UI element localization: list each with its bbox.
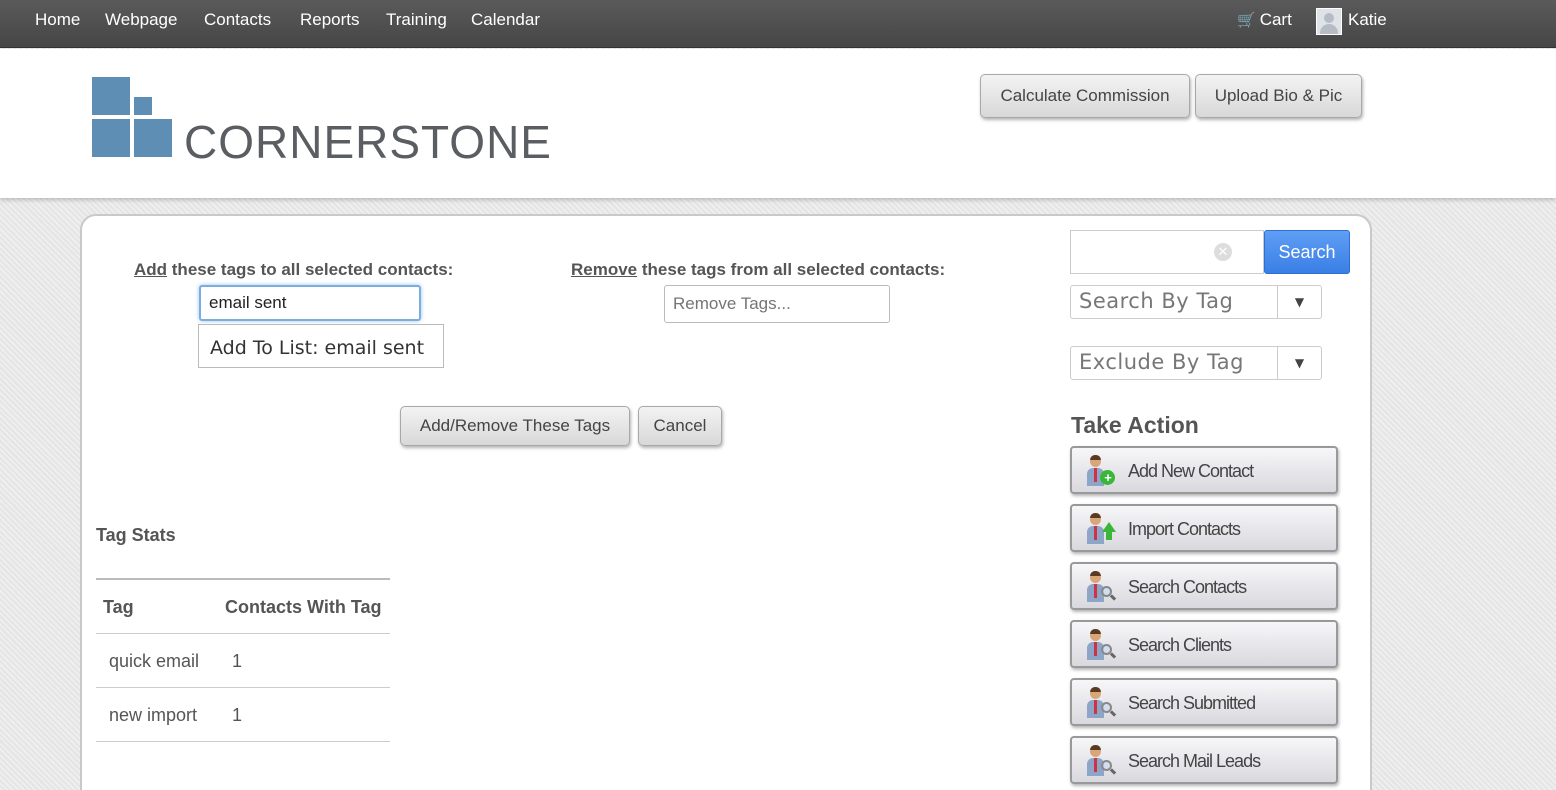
header: CORNERSTONE Calculate Commission Upload …: [0, 49, 1556, 198]
search-by-tag-select[interactable]: Search By Tag ▼: [1070, 285, 1322, 319]
add-tags-input[interactable]: [199, 285, 421, 321]
count-cell: 1: [232, 651, 243, 671]
action-label: Search Clients: [1128, 635, 1232, 655]
search-clients-button[interactable]: Search Clients: [1070, 620, 1338, 668]
table-header: Tag Contacts With Tag: [96, 580, 390, 634]
cancel-button[interactable]: Cancel: [638, 406, 722, 446]
nav-training[interactable]: Training: [386, 10, 447, 30]
exclude-by-tag-select[interactable]: Exclude By Tag ▼: [1070, 346, 1322, 380]
nav-user[interactable]: Katie: [1348, 10, 1387, 30]
import-contacts-icon: [1086, 513, 1116, 546]
tag-stats-title: Tag Stats: [96, 525, 176, 545]
search-contacts-icon: [1086, 571, 1117, 604]
action-label: Add New Contact: [1128, 461, 1254, 481]
add-to-list-suggestion[interactable]: Add To List: email sent: [198, 324, 444, 368]
nav-cart[interactable]: 🛒 Cart: [1237, 10, 1292, 30]
col-count: Contacts With Tag: [225, 597, 382, 617]
import-contacts-button[interactable]: Import Contacts: [1070, 504, 1338, 552]
table-row: quick email 1: [96, 634, 390, 688]
tag-cell: new import: [109, 705, 198, 725]
cart-label: Cart: [1259, 10, 1292, 29]
search-input[interactable]: [1070, 230, 1264, 274]
nav-contacts[interactable]: Contacts: [204, 10, 271, 30]
search-contacts-button[interactable]: Search Contacts: [1070, 562, 1338, 610]
nav-reports[interactable]: Reports: [300, 10, 360, 30]
remove-tags-label: Remove these tags from all selected cont…: [571, 260, 946, 279]
action-label: Search Mail Leads: [1128, 751, 1261, 771]
col-tag: Tag: [103, 597, 134, 617]
tag-cell: quick email: [109, 651, 200, 671]
chevron-down-icon: ▼: [1277, 347, 1321, 379]
logo-mark: [92, 77, 172, 157]
tag-stats-table: Tag Contacts With Tag quick email 1 new …: [96, 578, 390, 742]
search-mail-leads-icon: [1086, 745, 1117, 778]
action-label: Import Contacts: [1128, 519, 1241, 539]
take-action-heading: Take Action: [1071, 412, 1199, 438]
clear-icon[interactable]: ✕: [1214, 243, 1232, 261]
nav-home[interactable]: Home: [35, 10, 80, 30]
table-row: new import 1: [96, 688, 390, 742]
action-label: Search Contacts: [1128, 577, 1247, 597]
chevron-down-icon: ▼: [1277, 286, 1321, 318]
upload-bio-button[interactable]: Upload Bio & Pic: [1195, 74, 1362, 118]
cart-icon: 🛒: [1237, 12, 1256, 29]
nav-webpage[interactable]: Webpage: [105, 10, 177, 30]
top-nav: Home Webpage Contacts Reports Training C…: [0, 0, 1556, 48]
search-by-tag-value: Search By Tag: [1079, 289, 1234, 313]
exclude-by-tag-value: Exclude By Tag: [1079, 350, 1245, 374]
add-link[interactable]: Add: [134, 260, 167, 279]
search-submitted-button[interactable]: Search Submitted: [1070, 678, 1338, 726]
add-tags-label: Add these tags to all selected contacts:: [134, 260, 454, 279]
action-label: Search Submitted: [1128, 693, 1256, 713]
avatar[interactable]: [1316, 8, 1342, 35]
count-cell: 1: [232, 705, 243, 725]
remove-link[interactable]: Remove: [571, 260, 637, 279]
calculate-commission-button[interactable]: Calculate Commission: [980, 74, 1190, 118]
logo-text: CORNERSTONE: [184, 116, 552, 168]
add-contact-icon: +: [1086, 455, 1116, 488]
add-new-contact-button[interactable]: + Add New Contact: [1070, 446, 1338, 494]
nav-calendar[interactable]: Calendar: [471, 10, 540, 30]
search-clients-icon: [1086, 629, 1117, 662]
add-remove-tags-button[interactable]: Add/Remove These Tags: [400, 406, 630, 446]
remove-tags-input[interactable]: [664, 285, 890, 323]
search-submitted-icon: [1086, 687, 1117, 720]
search-mail-leads-button[interactable]: Search Mail Leads: [1070, 736, 1338, 784]
search-button[interactable]: Search: [1264, 230, 1350, 274]
